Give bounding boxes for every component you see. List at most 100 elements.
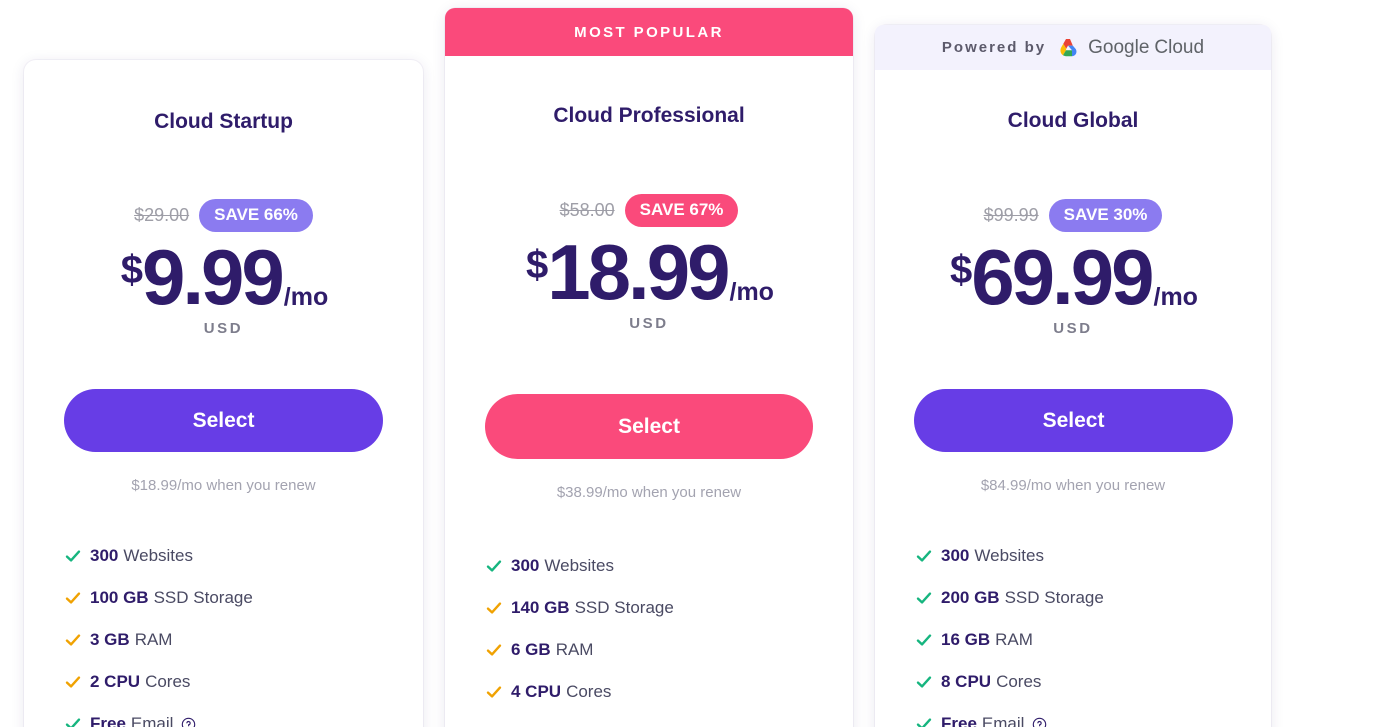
feature-value: Free (941, 714, 977, 727)
check-icon (916, 548, 932, 564)
most-popular-ribbon: MOST POPULAR (445, 8, 853, 56)
feature-value: 300 (90, 546, 119, 565)
feature-list: 300 Websites 140 GB SSD Storage 6 GB RAM (486, 556, 674, 727)
list-item: 300 Websites (486, 556, 674, 576)
check-icon (486, 642, 502, 658)
feature-label: SSD Storage (574, 598, 674, 617)
feature-label: SSD Storage (1004, 588, 1104, 607)
list-item: 8 CPU Cores (916, 672, 1104, 692)
check-icon (916, 632, 932, 648)
check-icon (916, 716, 932, 727)
feature-value: 200 GB (941, 588, 1000, 607)
check-icon (65, 674, 81, 690)
feature-label: Websites (544, 556, 614, 575)
check-icon (65, 590, 81, 606)
currency-symbol: $ (526, 243, 548, 287)
price-amount: 18.99 (547, 228, 730, 316)
help-icon[interactable] (181, 717, 196, 727)
save-badge: SAVE 30% (1048, 199, 1163, 232)
plan-title: Cloud Startup (154, 110, 293, 133)
list-item: 100 GB SSD Storage (65, 588, 253, 608)
renew-note: $38.99/mo when you renew (556, 484, 742, 501)
feature-label: Cores (145, 672, 191, 691)
feature-label: SSD Storage (153, 588, 253, 607)
list-item: 300 Websites (65, 546, 253, 566)
currency-code: USD (1053, 320, 1093, 337)
select-button[interactable]: Select (485, 394, 813, 459)
price-period: /mo (729, 278, 774, 306)
original-price: $29.00 (134, 205, 190, 225)
pricing-page: Cloud Startup $29.00 SAVE 66% $ 9.99 /mo… (0, 0, 1393, 727)
cloud-wordmark: Cloud (1154, 36, 1205, 58)
list-item: 2 CPU Cores (65, 672, 253, 692)
google-cloud-logo-icon (1055, 37, 1081, 59)
feature-label: Cores (566, 682, 612, 701)
current-price: $ 18.99 /mo (445, 233, 853, 311)
check-icon (916, 674, 932, 690)
feature-label: RAM (995, 630, 1033, 649)
pricing-card-cloud-startup: Cloud Startup $29.00 SAVE 66% $ 9.99 /mo… (24, 60, 423, 727)
feature-value: 2 CPU (90, 672, 141, 691)
check-icon (486, 600, 502, 616)
currency-code: USD (203, 320, 244, 337)
save-badge: SAVE 66% (199, 199, 313, 232)
price-comparison-row: $58.00 SAVE 67% (445, 194, 853, 227)
original-price: $99.99 (983, 205, 1039, 225)
feature-label: Email (130, 714, 174, 727)
feature-value: 300 (511, 556, 540, 575)
feature-value: 140 GB (511, 598, 570, 617)
powered-by-label: Powered by (941, 39, 1047, 56)
list-item: 6 GB RAM (486, 640, 674, 660)
list-item: 140 GB SSD Storage (486, 598, 674, 618)
current-price: $ 69.99 /mo (875, 238, 1271, 316)
price-comparison-row: $99.99 SAVE 30% (875, 199, 1271, 232)
feature-label: Email (981, 714, 1025, 727)
check-icon (486, 558, 502, 574)
feature-list: 300 Websites 100 GB SSD Storage 3 GB RAM (65, 546, 253, 727)
plan-title: Cloud Global (1007, 109, 1139, 132)
currency-symbol: $ (120, 248, 143, 292)
list-item: 300 Websites (916, 546, 1104, 566)
renew-note: $84.99/mo when you renew (980, 477, 1166, 494)
google-wordmark: Google (1088, 36, 1150, 58)
currency-symbol: $ (950, 248, 972, 292)
current-price: $ 9.99 /mo (24, 238, 423, 316)
feature-label: RAM (134, 630, 173, 649)
price-amount: 69.99 (971, 233, 1154, 321)
pricing-card-cloud-professional: MOST POPULAR Cloud Professional $58.00 S… (445, 8, 853, 727)
check-icon (65, 632, 81, 648)
save-badge: SAVE 67% (624, 194, 739, 227)
list-item: 16 GB RAM (916, 630, 1104, 650)
check-icon (486, 684, 502, 700)
feature-value: 100 GB (90, 588, 149, 607)
price-amount: 9.99 (141, 233, 285, 321)
plan-title: Cloud Professional (553, 104, 745, 127)
price-comparison-row: $29.00 SAVE 66% (24, 199, 423, 232)
feature-list: 300 Websites 200 GB SSD Storage 16 GB RA… (916, 546, 1104, 727)
feature-label: Websites (123, 546, 193, 565)
list-item: Free Email (916, 714, 1104, 727)
feature-value: 8 CPU (941, 672, 992, 691)
feature-label: RAM (555, 640, 594, 659)
feature-value: 300 (941, 546, 970, 565)
feature-label: Cores (996, 672, 1042, 691)
list-item: 4 CPU Cores (486, 682, 674, 702)
feature-value: 4 CPU (511, 682, 562, 701)
help-icon[interactable] (1032, 717, 1047, 727)
select-button[interactable]: Select (64, 389, 383, 452)
check-icon (916, 590, 932, 606)
list-item: 3 GB RAM (65, 630, 253, 650)
currency-code: USD (629, 315, 669, 332)
price-period: /mo (283, 283, 329, 311)
check-icon (65, 716, 81, 727)
google-cloud-ribbon: Powered by Google Cloud (875, 25, 1271, 70)
feature-label: Websites (974, 546, 1044, 565)
pricing-card-cloud-global: Powered by Google Cloud Cloud Global $99… (875, 25, 1271, 727)
feature-value: Free (90, 714, 126, 727)
list-item: 200 GB SSD Storage (916, 588, 1104, 608)
select-button[interactable]: Select (914, 389, 1233, 452)
renew-note: $18.99/mo when you renew (131, 477, 316, 494)
price-period: /mo (1153, 283, 1198, 311)
feature-value: 3 GB (90, 630, 130, 649)
original-price: $58.00 (559, 200, 615, 220)
